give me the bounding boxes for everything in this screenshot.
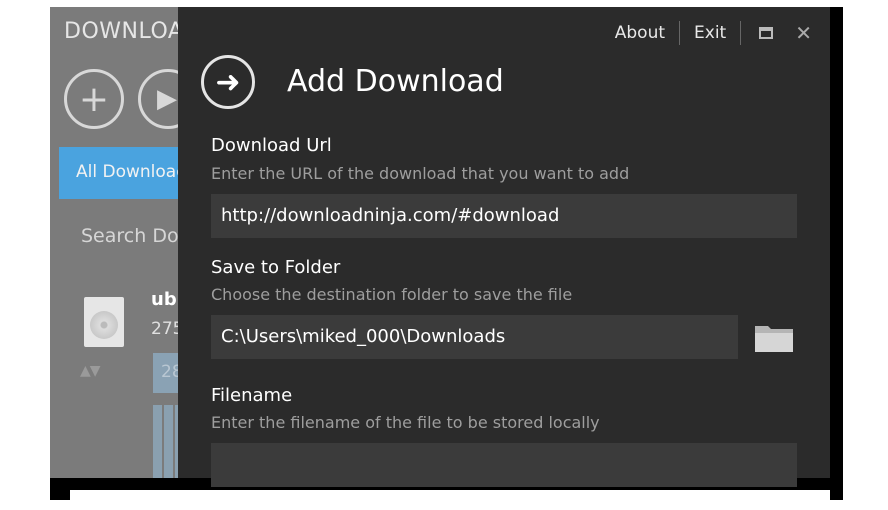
filename-hint: Enter the filename of the file to be sto… (211, 413, 600, 432)
play-icon: ▶ (157, 84, 177, 114)
plus-icon: + (78, 78, 110, 120)
reorder-arrows-icon[interactable]: ▲▼ (80, 363, 101, 379)
download-name: ubuntu (151, 289, 178, 310)
filename-label: Filename (211, 385, 293, 406)
app-window: DOWNLOADS + ▶ All Downloads Search Downl… (50, 7, 843, 510)
folder-browse-icon[interactable] (754, 322, 794, 354)
filename-input[interactable] (211, 443, 797, 487)
about-link[interactable]: About (601, 23, 679, 43)
url-input[interactable]: http://downloadninja.com/#download (211, 194, 797, 238)
sidebar: DOWNLOADS + ▶ All Downloads Search Downl… (50, 7, 178, 478)
download-progress-chip: 28 (153, 353, 178, 393)
app-title: DOWNLOADS (64, 19, 178, 44)
arrow-right-icon[interactable]: ➜ (201, 55, 255, 109)
divider (740, 21, 742, 45)
folder-label: Save to Folder (211, 257, 341, 278)
segment-grid (153, 405, 178, 478)
url-hint: Enter the URL of the download that you w… (211, 164, 630, 183)
disc-file-icon (84, 297, 124, 347)
add-download-panel: About Exit ✕ ➜ Add Download Download Url… (178, 7, 830, 487)
add-button[interactable]: + (64, 69, 124, 129)
start-button[interactable]: ▶ (138, 69, 178, 129)
close-icon[interactable]: ✕ (795, 21, 812, 45)
nav-all-downloads[interactable]: All Downloads (59, 147, 178, 199)
download-size: 275 (151, 319, 178, 339)
maximize-icon[interactable] (759, 27, 774, 39)
search-input[interactable]: Search Downloads (81, 225, 178, 247)
exit-link[interactable]: Exit (680, 23, 740, 43)
url-label: Download Url (211, 135, 332, 156)
folder-input[interactable]: C:\Users\miked_000\Downloads (211, 315, 738, 359)
folder-hint: Choose the destination folder to save th… (211, 285, 573, 304)
top-bar: About Exit ✕ (601, 21, 830, 45)
bottom-area (70, 490, 830, 510)
dialog-title: Add Download (287, 64, 504, 99)
